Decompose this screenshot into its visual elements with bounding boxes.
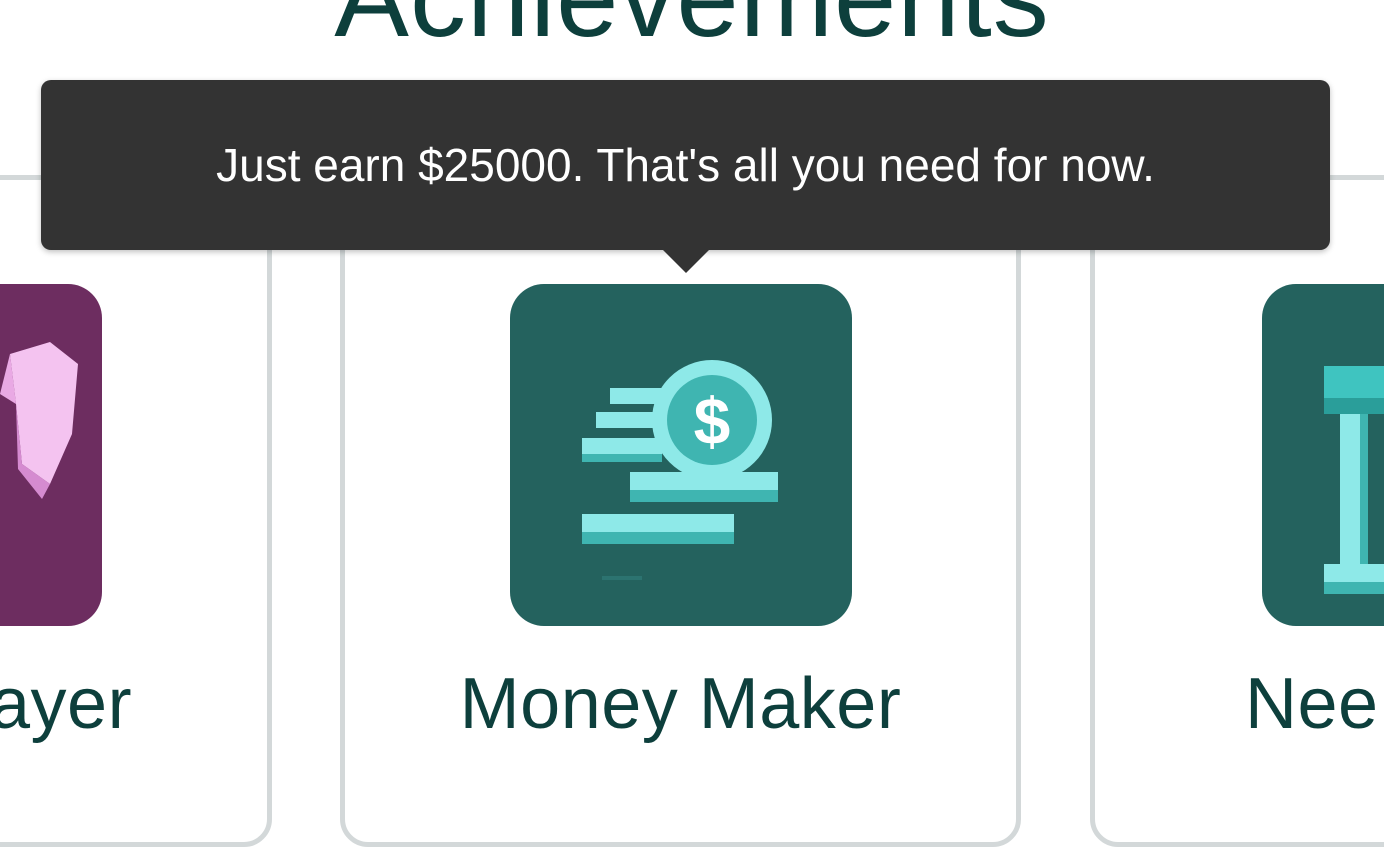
tooltip-arrow — [662, 249, 710, 273]
achievement-tile-right — [1262, 284, 1384, 626]
bank-icon — [1324, 366, 1384, 594]
coin-stack-icon: $ — [582, 360, 778, 580]
page-title: Achievements — [0, 0, 1384, 54]
achievement-tooltip: Just earn $25000. That's all you need fo… — [41, 80, 1330, 250]
achievement-tile-left — [0, 284, 102, 626]
achievement-label-left: ayer — [0, 664, 133, 744]
achievement-tile-money-maker: $ — [510, 284, 852, 626]
achievements-screen: Achievements ayer $ M — [0, 0, 1384, 857]
achievement-label-right: Nee — [1245, 664, 1379, 744]
achievement-label-money-maker: Money Maker — [459, 664, 902, 744]
gem-icon — [0, 342, 78, 499]
svg-text:$: $ — [694, 384, 731, 458]
